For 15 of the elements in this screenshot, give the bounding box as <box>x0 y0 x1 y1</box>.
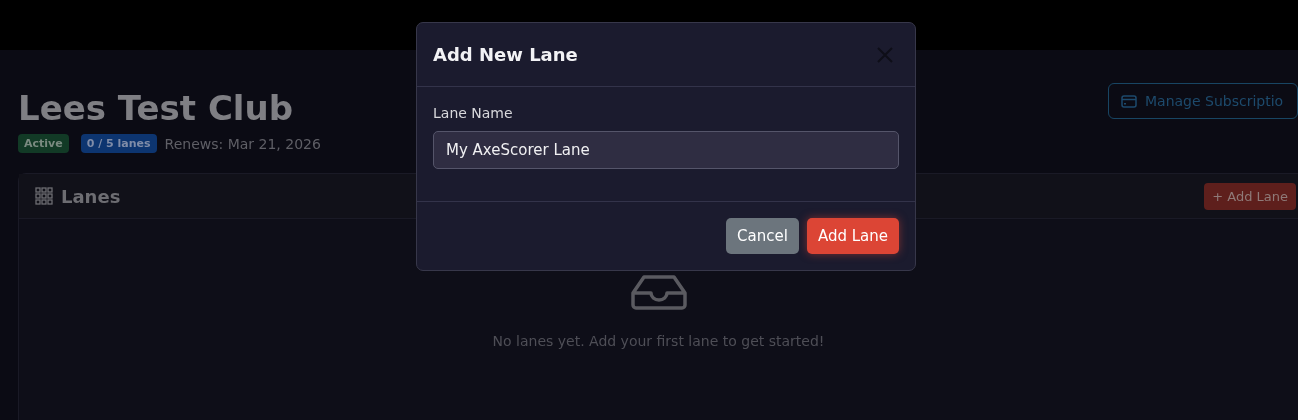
cancel-button[interactable]: Cancel <box>726 218 799 254</box>
empty-state-message: No lanes yet. Add your first lane to get started! <box>492 333 825 349</box>
grid-icon <box>35 187 53 205</box>
renewal-date: Renews: Mar 21, 2026 <box>164 135 321 152</box>
lane-name-field[interactable]: My AxeScorer Lane <box>433 131 899 169</box>
dialog-title: Add New Lane <box>433 44 578 65</box>
inbox-tray-icon <box>629 273 688 311</box>
lanes-heading: Lanes <box>61 185 121 207</box>
status-badge: Active <box>18 134 69 153</box>
add-lane-button[interactable]: Add Lane <box>806 218 899 254</box>
club-title: Lees Test Club <box>18 87 295 130</box>
lanes-count-badge: 0 / 5 lanes <box>80 134 157 153</box>
field-label: Lane Name <box>433 105 514 121</box>
add-lane-button[interactable]: + Add Lane <box>1204 182 1296 210</box>
credit-card-icon <box>1121 94 1137 108</box>
